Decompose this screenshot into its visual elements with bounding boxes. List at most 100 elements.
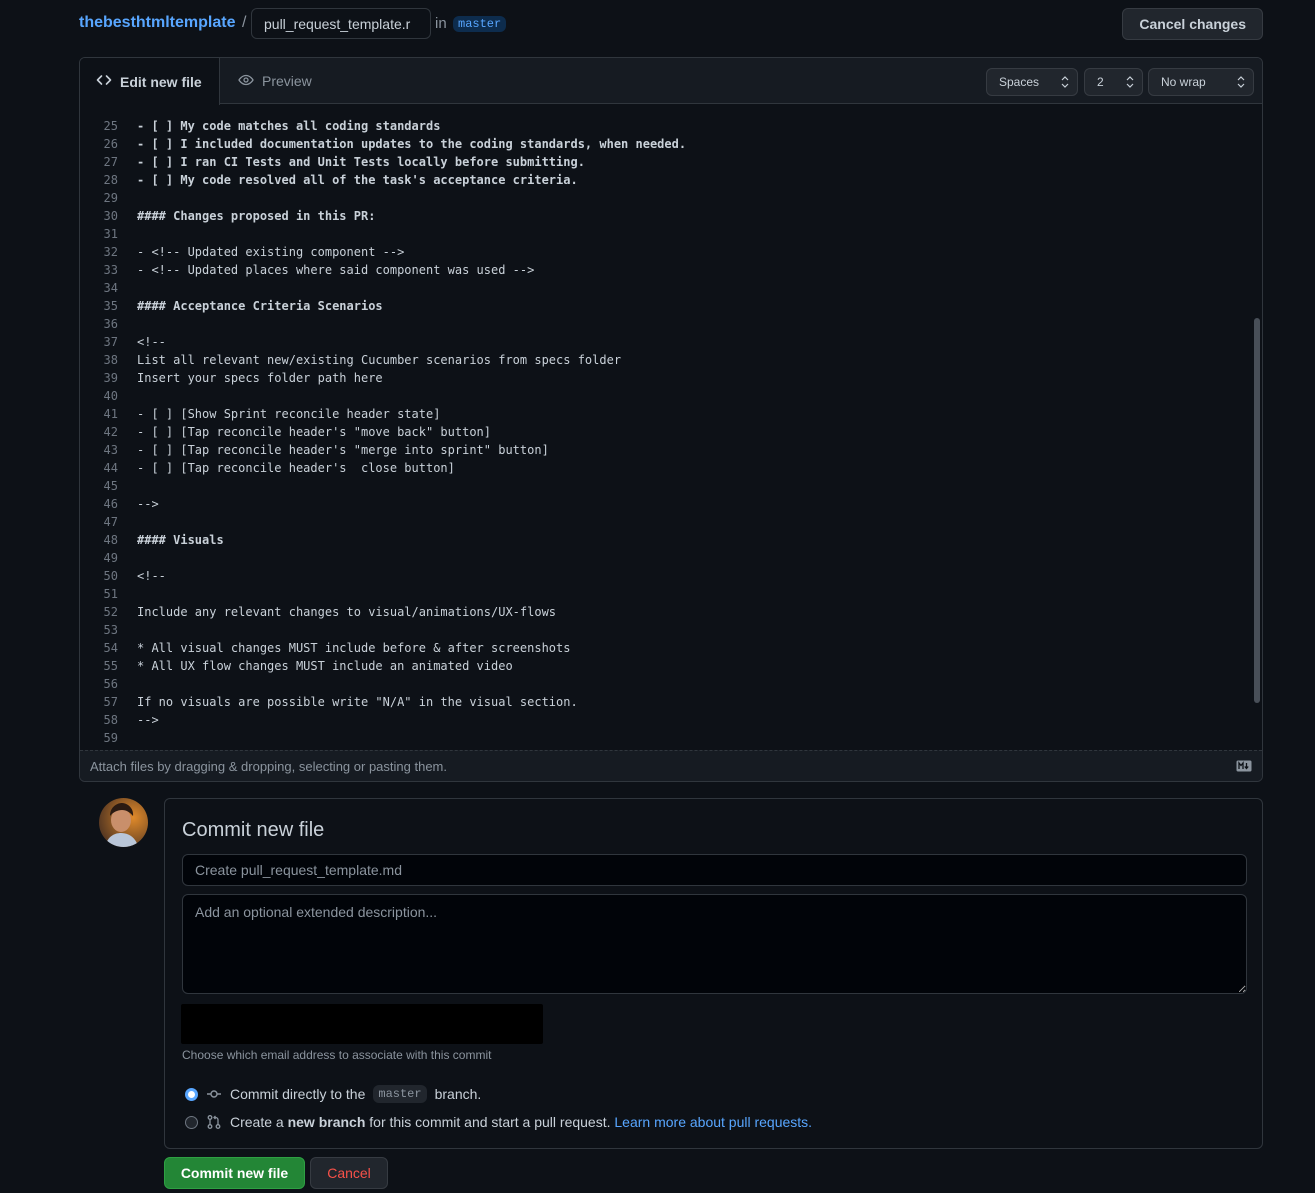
line-number: 52 <box>103 605 118 619</box>
commit-direct-text: Commit directly to the <box>230 1086 366 1102</box>
line-text: - [ ] I included documentation updates t… <box>137 137 687 151</box>
tab-edit-label: Edit new file <box>120 73 202 90</box>
commit-new-branch-radio[interactable] <box>185 1115 198 1129</box>
in-label: in <box>435 15 447 32</box>
line-text: #### Changes proposed in this PR: <box>137 209 376 223</box>
commit-form-title: Commit new file <box>182 819 325 841</box>
line-number: 48 <box>103 533 118 547</box>
line-number: 50 <box>103 569 118 583</box>
learn-more-pull-requests-link[interactable]: Learn more about pull requests. <box>614 1114 812 1130</box>
line-text: - <!-- Updated existing component --> <box>137 245 405 259</box>
markdown-icon <box>1236 760 1252 772</box>
indent-size-value: 2 <box>1097 75 1104 89</box>
code-editor[interactable]: 25 - [ ] My code matches all coding stand… <box>80 105 1262 751</box>
code-line[interactable]: 53 <box>80 621 1262 639</box>
line-text: - [ ] [Tap reconcile header's close butt… <box>137 461 455 475</box>
cancel-button[interactable]: Cancel <box>310 1157 388 1189</box>
filename-input[interactable] <box>251 8 431 39</box>
code-line[interactable]: 59 <box>80 729 1262 747</box>
code-line[interactable]: 31 <box>80 225 1262 243</box>
editor-toolbar: Edit new file Preview Spaces 2 No wrap <box>80 58 1262 105</box>
code-line[interactable]: 34 <box>80 279 1262 297</box>
commit-email-select[interactable] <box>181 1004 543 1044</box>
code-line[interactable]: 29 <box>80 189 1262 207</box>
code-line[interactable]: 46 --> <box>80 495 1262 513</box>
repo-link[interactable]: thebesthtmltemplate <box>79 14 235 32</box>
code-line[interactable]: 39 Insert your specs folder path here <box>80 369 1262 387</box>
attach-files-hint: Attach files by dragging & dropping, sel… <box>90 759 447 774</box>
tab-preview[interactable]: Preview <box>222 58 328 104</box>
indent-size-select[interactable]: 2 <box>1084 68 1143 96</box>
line-number: 39 <box>103 371 118 385</box>
code-line[interactable]: 58 --> <box>80 711 1262 729</box>
line-number: 26 <box>103 137 118 151</box>
commit-new-branch-bold: new branch <box>287 1114 366 1130</box>
line-text: * All visual changes MUST include before… <box>137 641 571 655</box>
code-line[interactable]: 47 <box>80 513 1262 531</box>
code-line[interactable]: 33 - <!-- Updated places where said compo… <box>80 261 1262 279</box>
select-caret-icon <box>1126 76 1134 88</box>
code-line[interactable]: 41 - [ ] [Show Sprint reconcile header st… <box>80 405 1262 423</box>
code-line[interactable]: 50 <!-- <box>80 567 1262 585</box>
line-number: 43 <box>103 443 118 457</box>
commit-direct-radio[interactable] <box>185 1087 198 1101</box>
wrap-mode-value: No wrap <box>1161 75 1206 89</box>
select-caret-icon <box>1061 76 1069 88</box>
code-line[interactable]: 26 - [ ] I included documentation updates… <box>80 135 1262 153</box>
code-line[interactable]: 36 <box>80 315 1262 333</box>
line-number: 53 <box>103 623 118 637</box>
line-text: #### Visuals <box>137 533 224 547</box>
cancel-changes-button[interactable]: Cancel changes <box>1122 8 1263 40</box>
line-text: List all relevant new/existing Cucumber … <box>137 353 622 367</box>
code-line[interactable]: 42 - [ ] [Tap reconcile header's "move ba… <box>80 423 1262 441</box>
avatar <box>99 798 148 847</box>
code-line[interactable]: 52 Include any relevant changes to visual… <box>80 603 1262 621</box>
attach-files-bar[interactable]: Attach files by dragging & dropping, sel… <box>80 750 1262 781</box>
line-number: 46 <box>103 497 118 511</box>
editor-scrollbar[interactable] <box>1254 318 1260 703</box>
line-number: 54 <box>103 641 118 655</box>
code-line[interactable]: 37 <!-- <box>80 333 1262 351</box>
code-line[interactable]: 43 - [ ] [Tap reconcile header's "merge i… <box>80 441 1262 459</box>
tab-edit-new-file[interactable]: Edit new file <box>80 58 220 105</box>
line-text: - [ ] [Tap reconcile header's "move back… <box>137 425 492 439</box>
code-line[interactable]: 49 <box>80 549 1262 567</box>
code-line[interactable]: 25 - [ ] My code matches all coding stand… <box>80 117 1262 135</box>
code-line[interactable]: 57 If no visuals are possible write "N/A"… <box>80 693 1262 711</box>
code-line[interactable]: 55 * All UX flow changes MUST include an … <box>80 657 1262 675</box>
code-line[interactable]: 27 - [ ] I ran CI Tests and Unit Tests lo… <box>80 153 1262 171</box>
code-line[interactable]: 32 - <!-- Updated existing component --> <box>80 243 1262 261</box>
path-separator: / <box>242 14 247 31</box>
line-text: If no visuals are possible write "N/A" i… <box>137 695 578 709</box>
commit-summary-input[interactable] <box>182 854 1247 886</box>
line-number: 51 <box>103 587 118 601</box>
code-line[interactable]: 35 #### Acceptance Criteria Scenarios <box>80 297 1262 315</box>
line-number: 25 <box>103 119 118 133</box>
code-line[interactable]: 51 <box>80 585 1262 603</box>
code-line[interactable]: 44 - [ ] [Tap reconcile header's close bu… <box>80 459 1262 477</box>
line-number: 56 <box>103 677 118 691</box>
line-text: - [ ] [Show Sprint reconcile header stat… <box>137 407 441 421</box>
commit-email-note: Choose which email address to associate … <box>182 1048 492 1062</box>
code-line[interactable]: 28 - [ ] My code resolved all of the task… <box>80 171 1262 189</box>
line-number: 44 <box>103 461 118 475</box>
code-line[interactable]: 38 List all relevant new/existing Cucumbe… <box>80 351 1262 369</box>
code-line[interactable]: 30 #### Changes proposed in this PR: <box>80 207 1262 225</box>
code-line[interactable]: 48 #### Visuals <box>80 531 1262 549</box>
code-line[interactable]: 56 <box>80 675 1262 693</box>
commit-new-branch-option[interactable]: Create a new branch for this commit and … <box>185 1114 812 1130</box>
commit-description-textarea[interactable] <box>182 894 1247 994</box>
line-number: 37 <box>103 335 118 349</box>
indent-mode-select[interactable]: Spaces <box>986 68 1078 96</box>
code-line[interactable]: 40 <box>80 387 1262 405</box>
commit-direct-suffix: branch. <box>434 1086 482 1102</box>
code-line[interactable]: 54 * All visual changes MUST include befo… <box>80 639 1262 657</box>
commit-direct-option[interactable]: Commit directly to the master branch. <box>185 1085 481 1103</box>
file-editor: Edit new file Preview Spaces 2 No wrap 2… <box>79 57 1263 782</box>
line-text: Include any relevant changes to visual/a… <box>137 605 557 619</box>
commit-new-file-button[interactable]: Commit new file <box>164 1157 305 1189</box>
wrap-mode-select[interactable]: No wrap <box>1148 68 1254 96</box>
code-line[interactable]: 45 <box>80 477 1262 495</box>
line-text: - <!-- Updated places where said compone… <box>137 263 535 277</box>
line-number: 35 <box>103 299 118 313</box>
